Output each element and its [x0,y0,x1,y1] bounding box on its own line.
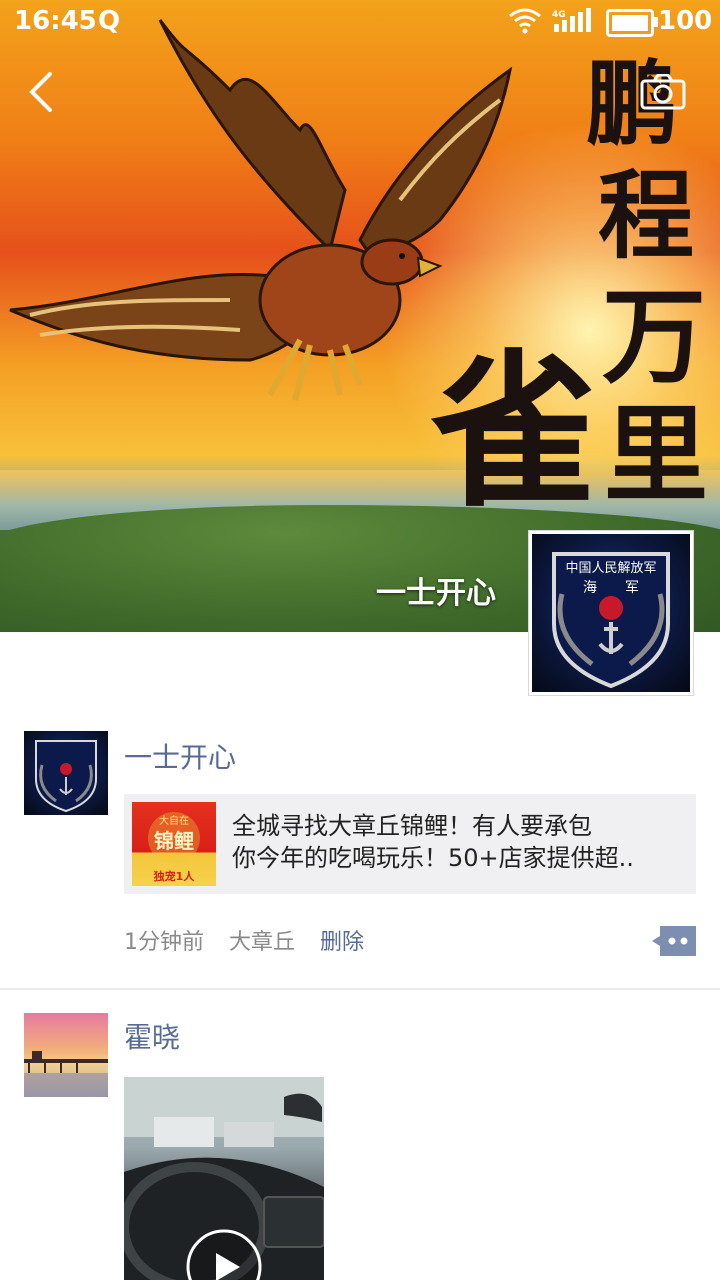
svg-text:中国人民解放军: 中国人民解放军 [565,561,656,576]
post-location[interactable]: 大章丘 [229,930,295,955]
signal-icon: 4G [552,8,591,32]
post-author-name[interactable]: 霍晓 [124,1016,180,1056]
svg-text:大自在: 大自在 [159,814,189,827]
svg-text:4G: 4G [552,10,566,20]
shared-link-card[interactable]: 大自在 锦鲤 独宠1人 全城寻找大章丘锦鲤！有人要承包 你今年的吃喝玩乐！50+… [124,794,696,894]
post-time: 1分钟前 [124,930,204,955]
post-author-name[interactable]: 一士开心 [124,736,236,776]
status-bar: 16:45 Q 4G 100 [0,0,720,44]
svg-text:军: 军 [625,580,639,596]
navy-badge-emblem: 中国人民解放军 海 军 [552,552,670,689]
back-arrow-icon[interactable] [24,70,64,114]
link-title-line-2: 你今年的吃喝玩乐！50+店家提供超.. [232,844,634,872]
link-title-line-1: 全城寻找大章丘锦鲤！有人要承包 [232,812,592,840]
post-divider [0,988,720,990]
delete-link[interactable]: 删除 [320,930,364,955]
post-author-avatar[interactable] [24,1013,108,1097]
comment-icon[interactable] [652,926,696,956]
calligraphy-char-5: 雀 [430,332,598,530]
sunset-pier-avatar [24,1013,108,1097]
link-thumbnail: 大自在 锦鲤 独宠1人 [132,802,216,886]
link-title: 全城寻找大章丘锦鲤！有人要承包 你今年的吃喝玩乐！50+店家提供超.. [232,810,688,874]
navy-badge-small [35,740,97,813]
svg-text:锦鲤: 锦鲤 [154,829,194,853]
wifi-icon [509,8,541,34]
post-meta: 1分钟前 大章丘 删除 [124,924,382,956]
status-q-icon: Q [98,6,121,36]
camera-icon[interactable] [640,74,686,110]
video-thumbnail[interactable] [124,1077,324,1280]
status-time: 16:45 [14,6,97,36]
svg-text:海: 海 [583,580,597,596]
battery-level: 100 [658,6,713,36]
cover-username: 一士开心 [376,576,496,611]
post-author-avatar[interactable] [24,731,108,815]
profile-avatar[interactable]: 中国人民解放军 海 军 [528,530,694,696]
svg-text:独宠1人: 独宠1人 [153,869,196,883]
calligraphy-char-4: 里 [604,393,709,516]
battery-icon [606,9,658,37]
